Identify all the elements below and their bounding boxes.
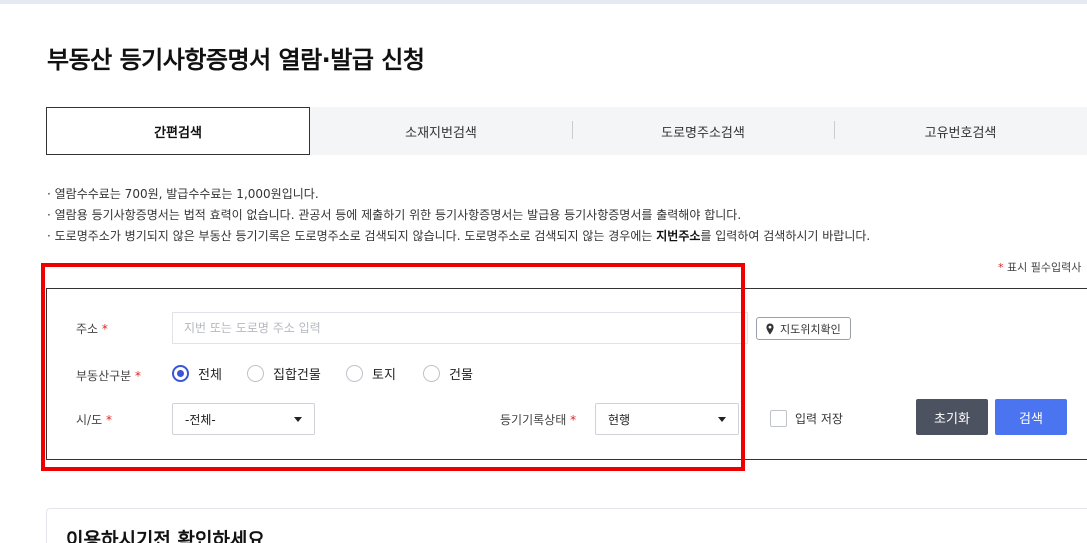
label-text: 부동산구분	[76, 369, 132, 383]
radio-land[interactable]: 토지	[346, 364, 396, 383]
record-status-selected-value: 현행	[608, 412, 631, 427]
map-pin-icon	[766, 323, 774, 334]
notice-fee: · 열람수수료는 700원, 발급수수료는 1,000원입니다.	[47, 187, 319, 201]
label-text: 등기기록상태	[500, 413, 567, 427]
sido-select[interactable]: -전체-	[172, 403, 315, 435]
required-field-note: * 표시 필수입력사	[998, 259, 1081, 275]
record-status-label: 등기기록상태 *	[500, 411, 576, 428]
search-button[interactable]: 검색	[995, 399, 1067, 435]
label-text: 시/도	[76, 413, 103, 427]
top-strip	[0, 0, 1087, 4]
tab-label: 소재지번검색	[405, 125, 477, 141]
required-note-text: 표시 필수입력사	[1003, 261, 1082, 274]
radio-unselected-icon	[423, 365, 440, 382]
radio-unselected-icon	[346, 365, 363, 382]
tab-lot-number-search[interactable]: 소재지번검색	[310, 107, 572, 155]
save-input-checkbox[interactable]: 입력 저장	[770, 410, 843, 427]
sido-label: 시/도 *	[76, 411, 112, 428]
tab-divider	[834, 121, 835, 139]
caret-down-icon	[718, 417, 726, 422]
page-title: 부동산 등기사항증명서 열람·발급 신청	[47, 46, 425, 74]
radio-all[interactable]: 전체	[172, 364, 222, 383]
notice-card-title: 이용하시기전 확인하세요	[66, 529, 265, 543]
radio-label: 집합건물	[273, 368, 321, 383]
tab-unique-number-search[interactable]: 고유번호검색	[834, 107, 1087, 155]
radio-selected-icon	[172, 365, 189, 382]
required-star: *	[135, 369, 142, 383]
map-button-label: 지도위치확인	[780, 322, 841, 336]
search-tabs: 간편검색 소재지번검색 도로명주소검색 고유번호검색	[46, 107, 1087, 155]
reset-button[interactable]: 초기화	[916, 399, 988, 435]
tab-road-address-search[interactable]: 도로명주소검색	[572, 107, 834, 155]
tab-simple-search[interactable]: 간편검색	[46, 107, 310, 155]
tab-label: 도로명주소검색	[661, 125, 745, 141]
radio-unselected-icon	[247, 365, 264, 382]
radio-label: 전체	[198, 368, 222, 383]
label-text: 주소	[76, 322, 99, 336]
property-type-label: 부동산구분 *	[76, 367, 141, 384]
checkbox-label: 입력 저장	[795, 412, 843, 426]
checkbox-icon	[770, 410, 787, 427]
notice-text: · 도로명주소가 병기되지 않은 부동산 등기기록은 도로명주소로 검색되지 않…	[47, 229, 657, 243]
radio-building[interactable]: 건물	[423, 364, 473, 383]
map-location-button[interactable]: 지도위치확인	[756, 317, 851, 340]
sido-selected-value: -전체-	[185, 412, 216, 427]
record-status-select[interactable]: 현행	[595, 403, 739, 435]
notice-list: · 열람수수료는 700원, 발급수수료는 1,000원입니다. · 열람용 등…	[47, 184, 870, 247]
radio-aggregate-building[interactable]: 집합건물	[247, 364, 321, 383]
notice-text: 를 입력하여 검색하시기 바랍니다.	[700, 229, 871, 243]
tab-divider	[572, 121, 573, 139]
tab-label: 간편검색	[154, 125, 202, 141]
address-label: 주소 *	[76, 320, 108, 337]
radio-label: 토지	[372, 368, 396, 383]
required-star: *	[570, 413, 577, 427]
notice-legal-effect: · 열람용 등기사항증명서는 법적 효력이 없습니다. 관공서 등에 제출하기 …	[47, 208, 742, 222]
radio-label: 건물	[449, 368, 473, 383]
tab-label: 고유번호검색	[924, 125, 997, 141]
required-star: *	[105, 413, 112, 427]
address-input[interactable]	[172, 312, 748, 344]
notice-emphasis: 지번주소	[656, 229, 701, 243]
caret-down-icon	[294, 417, 302, 422]
required-star: *	[101, 322, 108, 336]
notice-road-address: · 도로명주소가 병기되지 않은 부동산 등기기록은 도로명주소로 검색되지 않…	[47, 226, 870, 247]
